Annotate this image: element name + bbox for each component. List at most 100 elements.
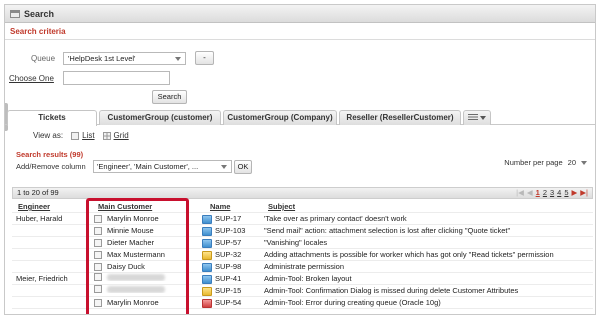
tab-customergroup-customer[interactable]: CustomerGroup (customer) [99, 110, 221, 125]
chevron-down-icon [480, 115, 486, 120]
ticket-name-cell[interactable]: SUP-103 [202, 225, 262, 237]
ticket-status-icon [202, 274, 212, 284]
table-row[interactable]: Minnie Mouse SUP-103 "Send mail" action: a… [12, 225, 593, 237]
remove-criterion-button[interactable]: - [195, 51, 214, 65]
table-row[interactable]: Dieter Macher SUP-57 "Vanishing" locales [12, 237, 593, 249]
tab-menu-button[interactable] [463, 110, 491, 125]
view-list-label: List [82, 131, 95, 140]
tab-label: CustomerGroup (customer) [107, 113, 213, 122]
results-table: Engineer Main Customer Name Subject Hube… [12, 201, 593, 309]
ticket-name-cell[interactable]: SUP-57 [202, 237, 262, 249]
table-row[interactable]: SUP-15 Admin-Tool: Confirmation Dialog is… [12, 285, 593, 297]
customer-icon [94, 299, 102, 307]
table-row[interactable]: Max Mustermann SUP-32 Adding attachments i… [12, 249, 593, 261]
columns-select[interactable]: 'Engineer', 'Main Customer', ... [93, 160, 232, 173]
table-body: Huber, Harald Marylin Monroe SUP-17 'Take o… [12, 213, 593, 309]
columns-select-value: 'Engineer', 'Main Customer', ... [97, 162, 199, 171]
subject-cell: "Vanishing" locales [264, 238, 328, 247]
search-criteria-heading: Search criteria [5, 23, 595, 40]
ticket-name: SUP-54 [215, 298, 242, 307]
prev-page-icon: ◀ [526, 188, 533, 197]
customer-icon [94, 273, 102, 281]
page-link[interactable]: 5 [564, 188, 568, 198]
ticket-status-icon [202, 298, 212, 308]
search-results-heading: Search results (99) [16, 150, 84, 159]
next-page-icon[interactable]: ▶ [572, 188, 578, 198]
column-header-main-customer[interactable]: Main Customer [98, 201, 152, 213]
subject-cell: 'Take over as primary contact' doesn't w… [264, 214, 407, 223]
tab-label: CustomerGroup (Company) [227, 113, 333, 122]
page-link[interactable]: 3 [550, 188, 554, 198]
search-button[interactable]: Search [152, 90, 187, 104]
result-tabs: Tickets CustomerGroup (customer) Custome… [5, 108, 595, 126]
view-as-label: View as: [33, 131, 64, 140]
tab-customergroup-company[interactable]: CustomerGroup (Company) [223, 110, 337, 125]
main-customer-cell [94, 285, 194, 293]
tab-tickets[interactable]: Tickets [7, 110, 97, 126]
customer-name: Dieter Macher [107, 238, 155, 247]
title-bar: Search [5, 5, 595, 23]
table-row[interactable]: Daisy Duck SUP-98 Administrate permission [12, 261, 593, 273]
ticket-name-cell[interactable]: SUP-41 [202, 273, 262, 285]
view-grid-option[interactable]: Grid [102, 131, 129, 140]
subject-cell: Administrate permission [264, 262, 345, 271]
ticket-status-icon [202, 286, 212, 296]
last-page-icon[interactable]: ▶| [580, 188, 588, 198]
subject-cell: "Send mail" action: attachment selection… [264, 226, 511, 235]
main-customer-cell: Minnie Mouse [94, 225, 194, 237]
subject-cell: Adding attachments is possible for worke… [264, 250, 554, 259]
queue-select[interactable]: 'HelpDesk 1st Level' [63, 52, 186, 65]
main-customer-cell: Marylin Monroe [94, 297, 194, 309]
ok-button[interactable]: OK [234, 160, 252, 174]
search-criteria-panel: Queue 'HelpDesk 1st Level' - Choose One … [5, 40, 595, 110]
ticket-name-cell[interactable]: SUP-17 [202, 213, 262, 225]
view-list-option[interactable]: List [71, 131, 95, 140]
customer-icon [94, 285, 102, 293]
view-as-bar: View as: List Grid [33, 131, 129, 140]
main-customer-cell: Max Mustermann [94, 249, 194, 261]
column-header-subject[interactable]: Subject [268, 201, 295, 213]
column-header-name[interactable]: Name [210, 201, 230, 213]
ticket-name-cell[interactable]: SUP-98 [202, 261, 262, 273]
customer-name: Max Mustermann [107, 250, 165, 259]
page-link[interactable]: 4 [557, 188, 561, 198]
ticket-name-cell[interactable]: SUP-32 [202, 249, 262, 261]
column-header-engineer[interactable]: Engineer [18, 201, 50, 213]
subject-cell: Admin-Tool: Broken layout [264, 274, 352, 283]
customer-icon [94, 215, 102, 223]
page-link[interactable]: 2 [543, 188, 547, 198]
number-per-page-label: Number per page [504, 158, 563, 167]
page-link[interactable]: 1 [536, 188, 540, 198]
choose-one-input[interactable] [63, 71, 170, 85]
subject-cell: Admin-Tool: Confirmation Dialog is misse… [264, 286, 519, 295]
add-remove-column-label: Add/Remove column [16, 162, 86, 171]
ticket-name-cell[interactable]: SUP-15 [202, 285, 262, 297]
redacted-customer [107, 285, 165, 293]
list-view-icon [71, 131, 80, 140]
window-title: Search [24, 8, 55, 19]
pager-nav: |◀ ◀ 1 2 3 4 5 ▶ ▶| [516, 188, 588, 198]
search-window: Search Search criteria Queue 'HelpDesk 1… [4, 4, 596, 315]
main-customer-cell: Daisy Duck [94, 261, 194, 273]
choose-one-link[interactable]: Choose One [9, 74, 54, 83]
table-row[interactable]: Marylin Monroe SUP-54 Admin-Tool: Error du… [12, 297, 593, 309]
ticket-name: SUP-103 [215, 226, 246, 235]
tab-reseller[interactable]: Reseller (ResellerCustomer) [339, 110, 461, 125]
ticket-name: SUP-41 [215, 274, 242, 283]
customer-icon [94, 263, 102, 271]
customer-icon [94, 239, 102, 247]
chevron-down-icon [581, 160, 587, 165]
ticket-name: SUP-32 [215, 250, 242, 259]
engineer-cell: Meier, Friedrich [16, 274, 68, 283]
pager-bar: 1 to 20 of 99 |◀ ◀ 1 2 3 4 5 ▶ ▶| [12, 187, 593, 199]
table-row[interactable]: Meier, Friedrich SUP-41 Admin-Tool: Broken… [12, 273, 593, 285]
ticket-status-icon [202, 250, 212, 260]
number-per-page-select[interactable]: 20 [568, 158, 576, 167]
grid-view-icon [102, 131, 111, 140]
ticket-name-cell[interactable]: SUP-54 [202, 297, 262, 309]
table-row[interactable]: Huber, Harald Marylin Monroe SUP-17 'Take o… [12, 213, 593, 225]
main-customer-cell: Marylin Monroe [94, 213, 194, 225]
pager-range: 1 to 20 of 99 [17, 188, 59, 197]
customer-icon [94, 251, 102, 259]
subject-cell: Admin-Tool: Error during creating queue … [264, 298, 441, 307]
